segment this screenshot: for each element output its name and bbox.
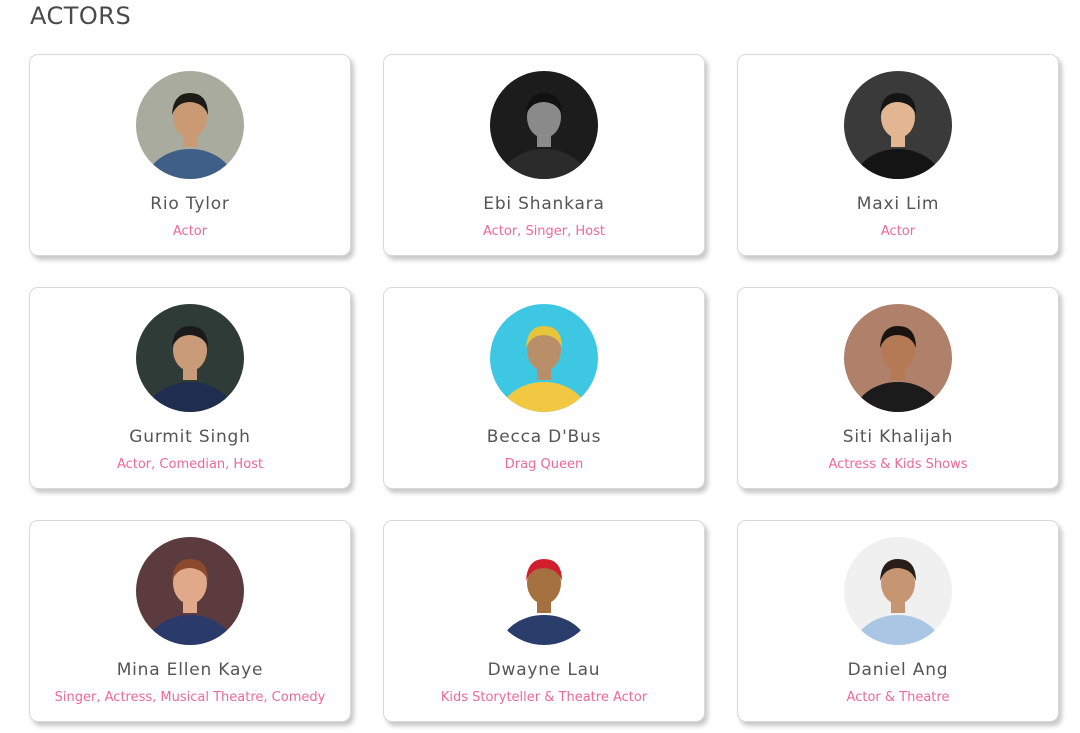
actor-grid: Rio Tylor Actor Ebi Shankara Actor, Sing… — [29, 54, 1059, 722]
mina-ellen-kaye-photo — [136, 537, 244, 645]
actor-card[interactable]: Siti Khalijah Actress & Kids Shows — [737, 287, 1059, 489]
actor-name[interactable]: Becca D'Bus — [384, 427, 704, 447]
actor-role: Actor, Comedian, Host — [116, 457, 264, 472]
actor-role: Kids Storyteller & Theatre Actor — [440, 690, 648, 705]
actor-name[interactable]: Gurmit Singh — [30, 427, 350, 447]
actor-card[interactable]: Gurmit Singh Actor, Comedian, Host — [29, 287, 351, 489]
ebi-shankara-photo — [490, 71, 598, 179]
actor-role: Actor, Singer, Host — [482, 224, 606, 239]
avatar[interactable] — [136, 537, 244, 645]
actor-card[interactable]: Mina Ellen Kaye Singer, Actress, Musical… — [29, 520, 351, 722]
maxi-lim-photo — [844, 71, 952, 179]
actor-name[interactable]: Rio Tylor — [30, 194, 350, 214]
actor-name[interactable]: Siti Khalijah — [738, 427, 1058, 447]
actor-card[interactable]: Dwayne Lau Kids Storyteller & Theatre Ac… — [383, 520, 705, 722]
actor-card[interactable]: Ebi Shankara Actor, Singer, Host — [383, 54, 705, 256]
actor-role: Actor — [172, 224, 208, 239]
actor-name[interactable]: Dwayne Lau — [384, 660, 704, 680]
avatar[interactable] — [844, 71, 952, 179]
gurmit-singh-photo — [136, 304, 244, 412]
actor-name[interactable]: Maxi Lim — [738, 194, 1058, 214]
rio-tylor-photo — [136, 71, 244, 179]
actor-name[interactable]: Daniel Ang — [738, 660, 1058, 680]
actor-role: Singer, Actress, Musical Theatre, Comedy — [54, 690, 326, 705]
actor-name[interactable]: Ebi Shankara — [384, 194, 704, 214]
actor-card[interactable]: Daniel Ang Actor & Theatre — [737, 520, 1059, 722]
actors-page: ACTORS Rio Tylor Actor Ebi Shankara Acto… — [0, 0, 1080, 733]
actor-role: Drag Queen — [504, 457, 584, 472]
avatar[interactable] — [490, 304, 598, 412]
actor-card[interactable]: Becca D'Bus Drag Queen — [383, 287, 705, 489]
actor-role: Actor & Theatre — [846, 690, 950, 705]
siti-khalijah-photo — [844, 304, 952, 412]
avatar[interactable] — [490, 71, 598, 179]
avatar[interactable] — [136, 304, 244, 412]
avatar[interactable] — [844, 537, 952, 645]
actor-card[interactable]: Maxi Lim Actor — [737, 54, 1059, 256]
avatar[interactable] — [844, 304, 952, 412]
avatar[interactable] — [136, 71, 244, 179]
dwayne-lau-photo — [490, 537, 598, 645]
actor-card[interactable]: Rio Tylor Actor — [29, 54, 351, 256]
actor-name[interactable]: Mina Ellen Kaye — [30, 660, 350, 680]
actor-role: Actor — [880, 224, 916, 239]
becca-dbus-photo — [490, 304, 598, 412]
daniel-ang-photo — [844, 537, 952, 645]
actor-role: Actress & Kids Shows — [828, 457, 968, 472]
section-title: ACTORS — [30, 2, 132, 30]
avatar[interactable] — [490, 537, 598, 645]
